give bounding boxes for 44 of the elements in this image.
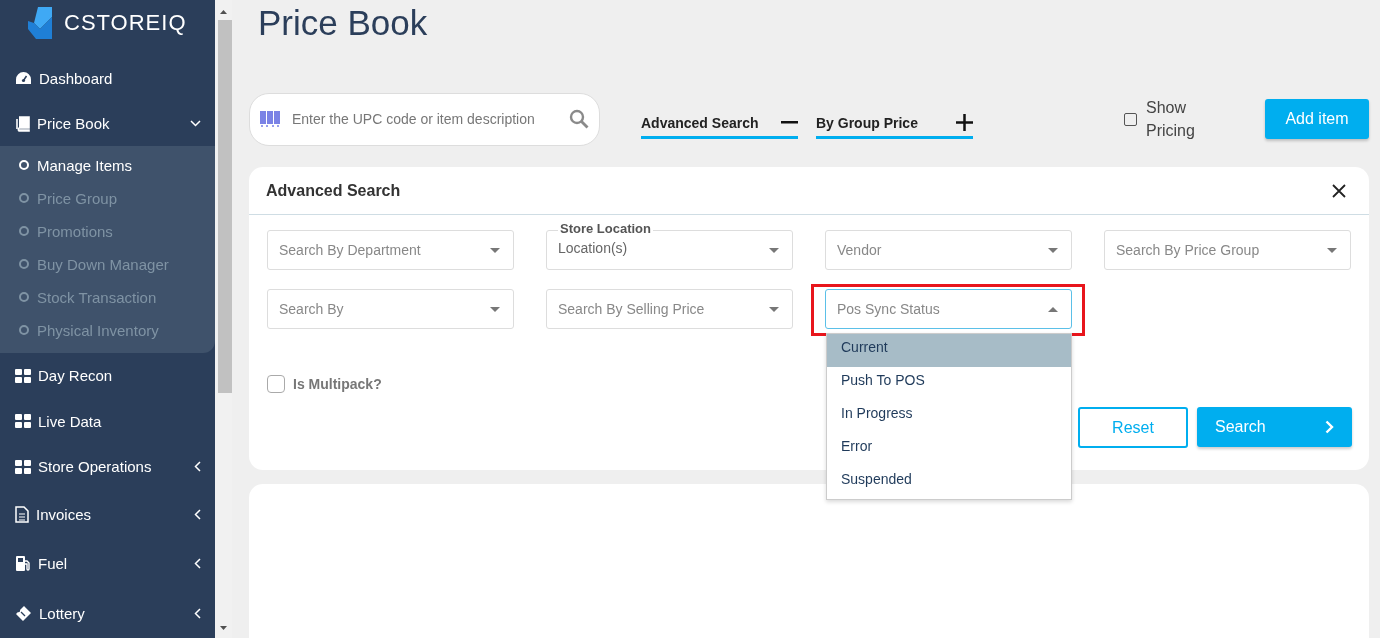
book-icon <box>15 115 30 132</box>
select-field[interactable]: Search By Selling Price <box>546 289 793 329</box>
barcode-icon <box>260 111 280 127</box>
grid-icon <box>15 414 31 429</box>
document-icon <box>15 505 29 523</box>
field-label: Store Location <box>558 222 653 236</box>
fuel-pump-icon <box>15 555 31 573</box>
gauge-icon <box>15 71 32 86</box>
panel-title: Advanced Search <box>266 181 401 200</box>
section-toggle[interactable]: Advanced Search <box>641 109 798 139</box>
search-field[interactable]: Enter the UPC code or item description <box>249 92 600 146</box>
checkbox[interactable] <box>267 375 285 393</box>
sidebar-item[interactable]: Fuel <box>0 539 215 589</box>
checkbox-label: Is Multipack? <box>293 376 382 392</box>
logo-icon <box>26 7 54 40</box>
sidebar-item[interactable]: Price Book <box>0 101 215 147</box>
grid-icon <box>15 459 31 474</box>
sidebar-item[interactable]: Live Data <box>0 398 215 444</box>
dropdown-option[interactable]: Error <box>827 433 1071 466</box>
select-field[interactable]: Search By Price Group <box>1104 230 1351 270</box>
dropdown-option[interactable]: Push To POS <box>827 367 1071 400</box>
ticket-icon <box>15 605 32 622</box>
grid-icon <box>15 368 31 383</box>
sidebar-item[interactable]: Invoices <box>0 489 215 540</box>
dropdown-option[interactable]: Current <box>827 334 1071 367</box>
select-field[interactable]: Search By Department <box>267 230 514 270</box>
sidebar-item[interactable]: Day Recon <box>0 352 215 399</box>
checkbox[interactable] <box>1124 112 1137 126</box>
select-field[interactable]: Vendor <box>825 230 1072 270</box>
search-icon[interactable] <box>569 109 589 129</box>
checkbox-label: Show Pricing <box>1146 98 1196 141</box>
close-icon[interactable] <box>1332 183 1346 198</box>
page-title: Price Book <box>257 2 429 44</box>
logo-text: CSTOREIQ <box>64 10 187 37</box>
section-toggle[interactable]: By Group Price <box>816 109 973 139</box>
sidebar-item[interactable]: Lottery <box>0 588 215 638</box>
select-field[interactable]: Pos Sync Status <box>825 289 1072 329</box>
select-field[interactable]: Search By <box>267 289 514 329</box>
submenu-item[interactable]: Manage Items <box>0 148 215 182</box>
sidebar-item[interactable]: Store Operations <box>0 444 215 490</box>
sidebar-item[interactable]: Dashboard <box>0 55 215 102</box>
chevron-right-icon <box>1325 420 1334 434</box>
dropdown-option[interactable]: Suspended <box>827 466 1071 499</box>
dropdown-option[interactable]: In Progress <box>827 400 1071 433</box>
